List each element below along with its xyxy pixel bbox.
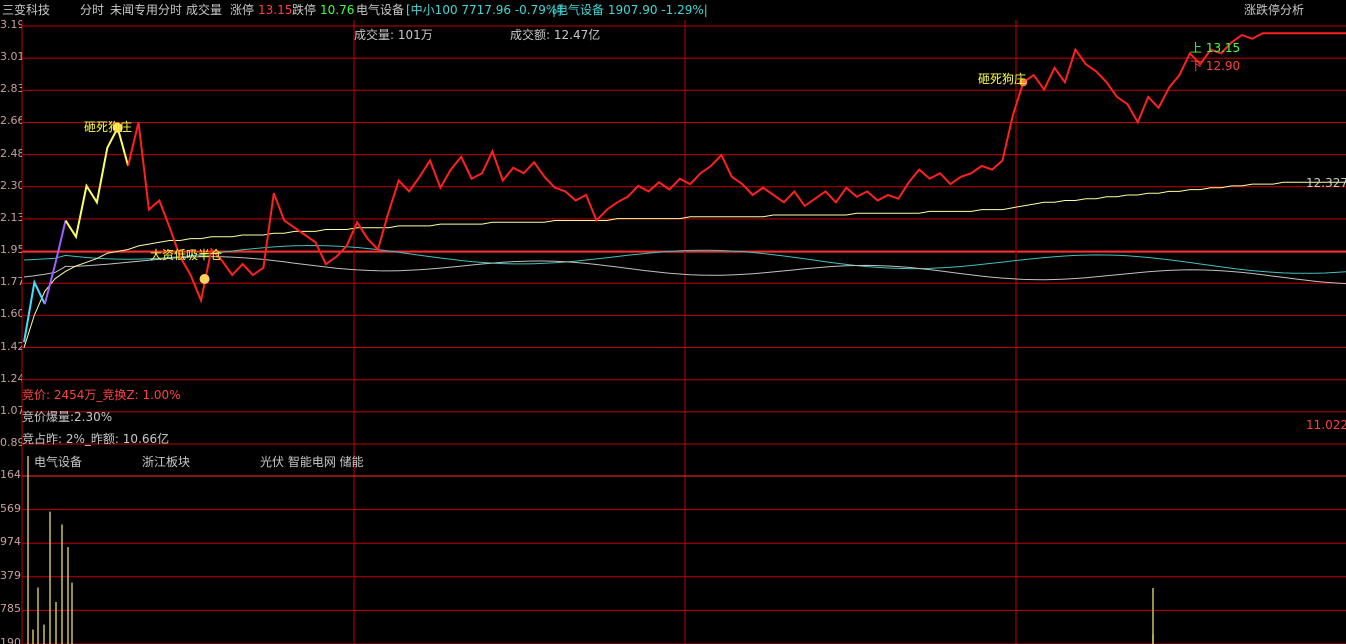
annotation-bottom-buy: 大资低吸半仓: [150, 248, 223, 262]
average-price-label: 12.327: [1306, 176, 1346, 190]
header-bar: 三变科技 分时 未闻专用分时 成交量 涨停 13.15 跌停 10.76 电气设…: [0, 0, 1346, 20]
price-axis-tick: 2.83: [0, 82, 22, 96]
volume-axis-tick: 164: [0, 468, 21, 481]
price-axis-tick: 1.60: [0, 307, 22, 321]
price-line-purple: [43, 220, 67, 305]
tag-region[interactable]: 浙江板块: [142, 453, 190, 470]
price-axis-tick: 2.13: [0, 210, 22, 224]
limit-up-label: 涨停: [230, 3, 255, 17]
volume-axis-tick: 974: [0, 535, 21, 549]
amount-summary: 成交额: 12.47亿: [510, 28, 601, 42]
volume-tab[interactable]: 成交量: [186, 0, 222, 20]
price-axis-tick: 2.30: [0, 178, 22, 192]
volume-axis-tick: 785: [0, 602, 21, 616]
volume-summary: 成交量: 101万: [354, 28, 433, 42]
intraday-chart-window: 三变科技 分时 未闻专用分时 成交量 涨停 13.15 跌停 10.76 电气设…: [0, 0, 1346, 644]
volume-axis-tick: 569: [0, 501, 21, 515]
price-axis-tick: 1.42: [0, 339, 22, 353]
price-axis-tick: 3.01: [0, 50, 22, 64]
price-axis-tick: 1.24: [0, 371, 22, 385]
low-price-label: 11.022: [1306, 418, 1346, 432]
lower-bound-label: 下 12.90: [1190, 59, 1241, 73]
price-line-cyan: [23, 279, 46, 343]
auction-volume-stat: 竞价爆量:2.30%: [22, 410, 113, 424]
annotation-crush-b: 砸死狗庄: [978, 72, 1027, 86]
limit-analysis-menu[interactable]: 涨跌停分析: [1244, 0, 1304, 20]
auction-stat: 竞价: 2454万_竞换Z: 1.00%: [22, 388, 181, 402]
limit-down-value: 10.76: [320, 3, 355, 17]
limit-down-label: 跌停: [292, 3, 317, 17]
price-axis-tick: 1.77: [0, 275, 22, 289]
volume-axis-tick: 190: [0, 636, 21, 644]
mode-tab[interactable]: 分时: [80, 0, 104, 20]
price-line-red: [127, 32, 1346, 304]
sector-name: 电气设备: [356, 3, 405, 17]
auction-ratio-stat: 竞占昨: 2%_昨额: 10.66亿: [22, 432, 170, 446]
price-line-yellow: [64, 125, 130, 240]
price-axis-tick: 2.48: [0, 146, 22, 160]
limit-up-value: 13.15: [258, 3, 293, 17]
price-axis-tick: 3.19: [0, 18, 22, 31]
subtitle: 未闻专用分时: [110, 3, 183, 17]
upper-bound-label: 上 13.15: [1190, 41, 1241, 55]
annotation-crush-a: 砸死狗庄: [84, 120, 133, 134]
index-box[interactable]: [中小100 7717.96 -0.79%]: [406, 0, 562, 20]
stock-name: 三变科技: [2, 3, 51, 17]
price-axis-tick: 0.89: [0, 436, 22, 449]
price-axis-tick: 1.07: [0, 403, 22, 417]
tag-concepts[interactable]: 光伏 智能电网 储能: [260, 453, 364, 470]
signal-marker-b: [199, 273, 210, 284]
price-axis-tick: 2.66: [0, 114, 22, 128]
sector-box[interactable]: |电气设备 1907.90 -1.29%|: [552, 0, 708, 20]
price-axis-tick: 1.95: [0, 243, 22, 257]
volume-axis-tick: 379: [0, 568, 21, 582]
tag-sector[interactable]: 电气设备: [34, 453, 82, 470]
chart-canvas[interactable]: [0, 0, 1346, 644]
